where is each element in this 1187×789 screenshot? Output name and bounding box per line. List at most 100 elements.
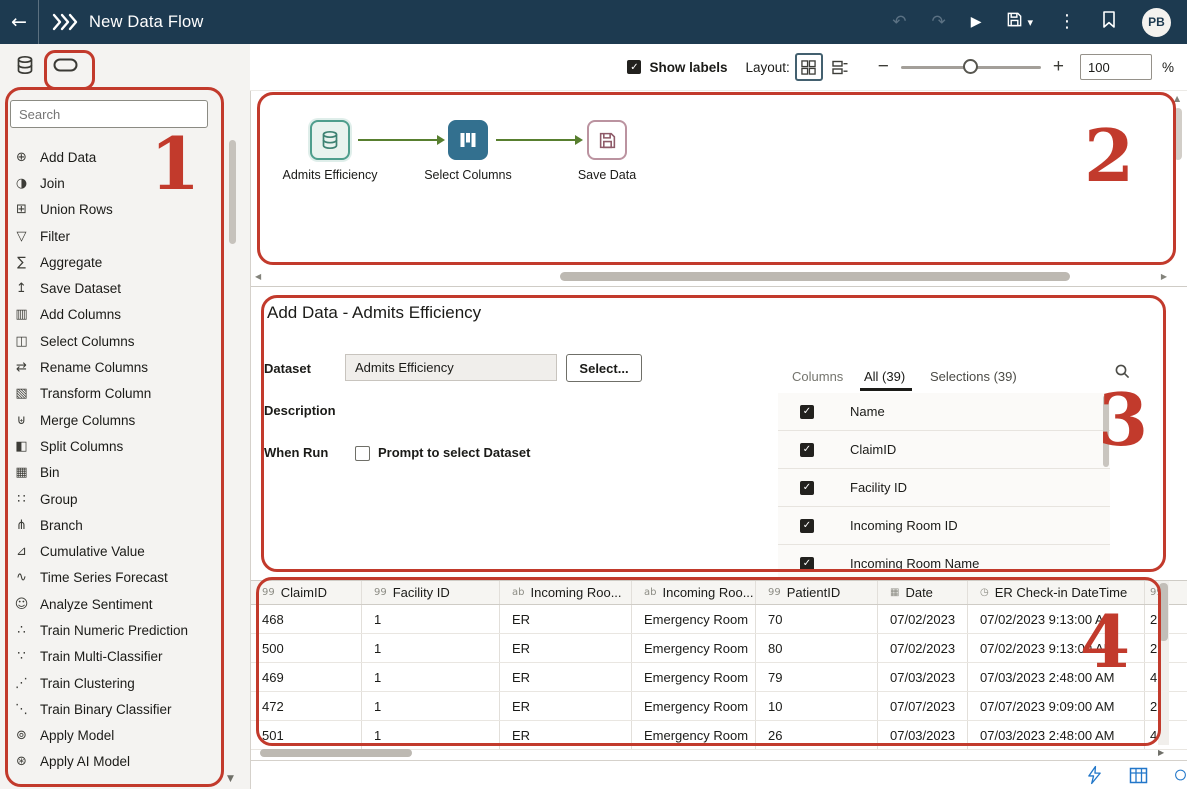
cell[interactable]: 70: [756, 605, 878, 633]
table-row[interactable]: 5001EREmergency Room8007/02/202307/02/20…: [250, 634, 1187, 663]
show-labels-toggle[interactable]: ✓ Show labels: [627, 60, 727, 75]
column-checkbox[interactable]: ✓: [800, 443, 814, 457]
column-checkbox[interactable]: ✓: [800, 519, 814, 533]
step-cumulative-value[interactable]: ⊿Cumulative Value: [0, 538, 226, 564]
clipped-circle-icon[interactable]: [1174, 766, 1187, 784]
cell[interactable]: 07/02/2023 9:13:00 AM: [968, 634, 1145, 662]
cell[interactable]: 1: [362, 634, 500, 662]
table-row[interactable]: 4721EREmergency Room1007/07/202307/07/20…: [250, 692, 1187, 721]
canvas-vscroll-thumb[interactable]: [1174, 108, 1182, 160]
redo-icon[interactable]: ↷: [931, 14, 945, 31]
column-row-incoming-room-name[interactable]: ✓Incoming Room Name: [778, 545, 1110, 581]
zoom-slider-thumb[interactable]: [963, 59, 978, 74]
select-dataset-button[interactable]: Select...: [566, 354, 642, 382]
cell[interactable]: 2: [1145, 634, 1158, 662]
column-row-name[interactable]: ✓Name: [778, 393, 1110, 431]
bookmark-icon[interactable]: [1101, 10, 1117, 34]
cell[interactable]: Emergency Room: [632, 692, 756, 720]
cell[interactable]: ER: [500, 605, 632, 633]
cell[interactable]: 07/07/2023 9:09:00 AM: [968, 692, 1145, 720]
step-time-series-forecast[interactable]: ∿Time Series Forecast: [0, 565, 226, 591]
step-rename-columns[interactable]: ⇄Rename Columns: [0, 354, 226, 380]
scroll-right-icon[interactable]: ▶: [1158, 748, 1164, 757]
canvas-horizontal-scrollbar[interactable]: ◀ ▶: [250, 268, 1172, 285]
column-row-claimid[interactable]: ✓ClaimID: [778, 431, 1110, 469]
step-merge-columns[interactable]: ⊎Merge Columns: [0, 407, 226, 433]
run-dataflow-icon[interactable]: ▶: [971, 15, 982, 29]
layout-list-button[interactable]: [828, 55, 852, 79]
table-row[interactable]: 4691EREmergency Room7907/03/202307/03/20…: [250, 663, 1187, 692]
step-save-dataset[interactable]: ↥Save Dataset: [0, 275, 226, 301]
column-header-patientid[interactable]: 99PatientID: [756, 581, 878, 604]
column-list-scrollbar-thumb[interactable]: [1103, 395, 1109, 467]
cell[interactable]: 07/02/2023: [878, 605, 968, 633]
cell[interactable]: 1: [362, 692, 500, 720]
columns-search-icon[interactable]: [1114, 363, 1131, 385]
cell[interactable]: 2: [1145, 605, 1158, 633]
cell[interactable]: ER: [500, 663, 632, 691]
step-split-columns[interactable]: ◧Split Columns: [0, 433, 226, 459]
sidebar-scrollbar-thumb[interactable]: [229, 140, 236, 244]
step-filter[interactable]: ▽Filter: [0, 223, 226, 249]
column-header-facility-id[interactable]: 99Facility ID: [362, 581, 500, 604]
step-train-clustering[interactable]: ⋰Train Clustering: [0, 670, 226, 696]
user-avatar[interactable]: PB: [1142, 8, 1171, 37]
zoom-in-button[interactable]: +: [1053, 56, 1064, 78]
kebab-menu-icon[interactable]: ⋮: [1058, 13, 1076, 31]
step-analyze-sentiment[interactable]: ☺Analyze Sentiment: [0, 591, 226, 617]
cell[interactable]: 468: [250, 605, 362, 633]
step-join[interactable]: ◑Join: [0, 170, 226, 196]
show-labels-checkbox[interactable]: ✓: [627, 60, 641, 74]
cell[interactable]: 10: [756, 692, 878, 720]
step-select-columns[interactable]: ◫Select Columns: [0, 328, 226, 354]
column-header-er-checkin-datetime[interactable]: ◷ER Check-in DateTime: [968, 581, 1145, 604]
cell[interactable]: 500: [250, 634, 362, 662]
cell[interactable]: 80: [756, 634, 878, 662]
step-union-rows[interactable]: ⊞Union Rows: [0, 197, 226, 223]
step-apply-model[interactable]: ⊚Apply Model: [0, 723, 226, 749]
undo-icon[interactable]: ↶: [892, 14, 906, 31]
cell[interactable]: 07/03/2023: [878, 663, 968, 691]
table-horizontal-scrollbar[interactable]: ▶: [250, 745, 1170, 760]
cell[interactable]: Emergency Room: [632, 605, 756, 633]
scroll-right-icon[interactable]: ▶: [1161, 272, 1167, 281]
back-button[interactable]: ←: [0, 0, 39, 44]
column-header-incoming-room-id[interactable]: abIncoming Roo...: [500, 581, 632, 604]
table-row[interactable]: 4681EREmergency Room7007/02/202307/02/20…: [250, 605, 1187, 634]
tab-all-columns[interactable]: All (39): [864, 369, 905, 384]
node-select-columns[interactable]: Select Columns: [403, 120, 533, 182]
cell[interactable]: Emergency Room: [632, 663, 756, 691]
cell[interactable]: 07/02/2023 9:13:00 AM: [968, 605, 1145, 633]
search-input[interactable]: [10, 100, 208, 128]
column-header-claimid[interactable]: 99ClaimID: [250, 581, 362, 604]
cell[interactable]: 472: [250, 692, 362, 720]
step-add-columns[interactable]: ▥Add Columns: [0, 302, 226, 328]
step-bin[interactable]: ▦Bin: [0, 460, 226, 486]
cell[interactable]: ER: [500, 634, 632, 662]
column-header-incoming-room-name[interactable]: abIncoming Roo...: [632, 581, 756, 604]
save-button[interactable]: ▾: [1006, 11, 1033, 33]
steps-panel-icon[interactable]: [52, 55, 79, 80]
column-row-facility-id[interactable]: ✓Facility ID: [778, 469, 1110, 507]
step-train-multi-classifier[interactable]: ∵Train Multi-Classifier: [0, 644, 226, 670]
scroll-up-icon[interactable]: ▲: [1174, 94, 1180, 103]
data-panel-icon[interactable]: [15, 55, 35, 80]
node-save-data[interactable]: Save Data: [542, 120, 672, 182]
validate-dataflow-icon[interactable]: [1086, 765, 1103, 785]
cell[interactable]: 4: [1145, 663, 1158, 691]
cell[interactable]: 1: [362, 663, 500, 691]
step-transform-column[interactable]: ▧Transform Column: [0, 381, 226, 407]
step-train-numeric-prediction[interactable]: ∴Train Numeric Prediction: [0, 617, 226, 643]
cell[interactable]: ER: [500, 692, 632, 720]
step-add-data[interactable]: ⊕Add Data: [0, 144, 226, 170]
canvas-vertical-scrollbar[interactable]: ▲: [1172, 92, 1185, 268]
column-checkbox[interactable]: ✓: [800, 557, 814, 571]
step-apply-ai-model[interactable]: ⊛Apply AI Model: [0, 749, 226, 775]
prompt-select-dataset-checkbox[interactable]: [355, 446, 370, 461]
cell[interactable]: 469: [250, 663, 362, 691]
step-train-binary-classifier[interactable]: ⋱Train Binary Classifier: [0, 696, 226, 722]
column-checkbox[interactable]: ✓: [800, 405, 814, 419]
zoom-level-input[interactable]: [1080, 54, 1152, 80]
tab-selections[interactable]: Selections (39): [930, 369, 1017, 384]
cell[interactable]: 2: [1145, 692, 1158, 720]
